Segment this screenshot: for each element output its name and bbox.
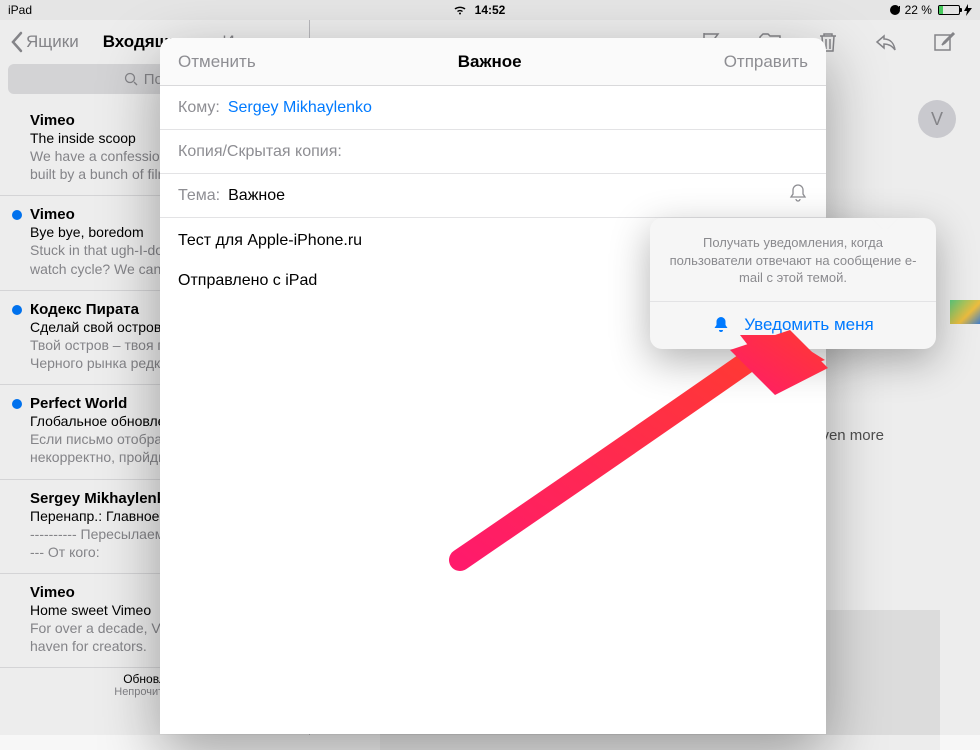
to-recipient[interactable]: Sergey Mikhaylenko — [228, 99, 372, 117]
inline-image — [950, 300, 980, 324]
unread-dot-icon — [12, 210, 22, 220]
compose-header: Отменить Важное Отправить — [160, 38, 826, 86]
notify-me-label: Уведомить меня — [744, 315, 873, 335]
sync-icon — [889, 4, 901, 16]
charging-icon — [964, 4, 972, 16]
compose-sheet: Отменить Важное Отправить Кому: Sergey M… — [160, 38, 826, 734]
bell-filled-icon — [712, 316, 730, 334]
compose-icon[interactable] — [932, 31, 956, 53]
to-label: Кому: — [178, 99, 220, 117]
status-bar: iPad 14:52 22 % — [0, 0, 980, 20]
send-button[interactable]: Отправить — [724, 52, 808, 72]
wifi-icon — [453, 5, 467, 15]
reply-icon[interactable] — [874, 31, 898, 53]
back-label: Ящики — [26, 32, 79, 52]
subject-value: Важное — [228, 187, 285, 205]
battery-percent: 22 % — [905, 3, 932, 17]
cancel-button[interactable]: Отменить — [178, 52, 256, 72]
notify-popover: Получать уведомления, когда пользователи… — [650, 218, 936, 349]
sender-avatar: V — [918, 100, 956, 138]
subject-label: Тема: — [178, 187, 220, 205]
cc-bcc-field[interactable]: Копия/Скрытая копия: — [160, 130, 826, 174]
subject-field[interactable]: Тема: Важное — [160, 174, 826, 218]
back-button[interactable]: Ящики — [10, 31, 79, 53]
compose-title: Важное — [458, 52, 522, 72]
search-icon — [124, 72, 138, 86]
clock: 14:52 — [0, 3, 980, 17]
notify-bell-icon[interactable] — [788, 183, 808, 208]
unread-dot-icon — [12, 305, 22, 315]
unread-dot-icon — [12, 399, 22, 409]
notify-me-button[interactable]: Уведомить меня — [650, 301, 936, 349]
battery-icon — [936, 5, 960, 15]
cc-label: Копия/Скрытая копия: — [178, 143, 342, 161]
to-field[interactable]: Кому: Sergey Mikhaylenko — [160, 86, 826, 130]
device-label: iPad — [8, 3, 32, 17]
popover-description: Получать уведомления, когда пользователи… — [650, 218, 936, 301]
